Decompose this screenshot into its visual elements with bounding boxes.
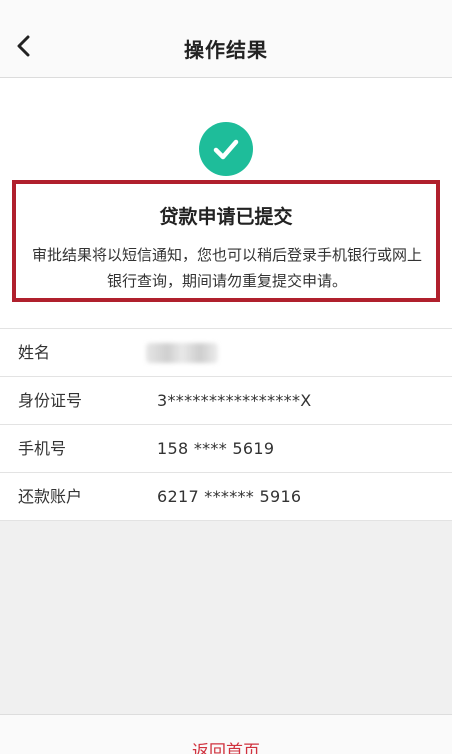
result-title: 贷款申请已提交: [159, 206, 293, 228]
id-number-label: 身份证号: [18, 391, 83, 410]
repayment-account-value: 6217 ****** 5916: [157, 487, 302, 506]
phone-label: 手机号: [18, 439, 67, 458]
result-message-box: 贷款申请已提交 审批结果将以短信通知，您也可以稍后登录手机银行或网上银行查询，期…: [12, 180, 440, 302]
name-label: 姓名: [18, 343, 51, 362]
application-info-list: 姓名 身份证号 3****************X 手机号 158 **** …: [0, 328, 452, 521]
info-row-name: 姓名: [0, 329, 452, 377]
id-number-value: 3****************X: [157, 391, 312, 410]
bottom-bar: 返回首页: [0, 714, 452, 754]
repayment-account-label: 还款账户: [18, 487, 83, 506]
blurred-name-value: [146, 343, 218, 363]
operation-result-page: 操作结果 贷款申请已提交 审批结果将以短信通知，您也可以稍后登录手机银行或网上银…: [0, 0, 452, 754]
result-description: 审批结果将以短信通知，您也可以稍后登录手机银行或网上银行查询，期间请勿重复提交申…: [31, 246, 422, 290]
checkmark-icon: [199, 122, 253, 176]
return-home-button[interactable]: 返回首页: [0, 737, 452, 754]
page-title: 操作结果: [184, 38, 268, 62]
info-row-id-number: 身份证号 3****************X: [0, 377, 452, 425]
nav-bar: 操作结果: [0, 0, 452, 78]
info-row-repayment-account: 还款账户 6217 ****** 5916: [0, 473, 452, 521]
phone-value: 158 **** 5619: [157, 439, 275, 458]
info-row-phone: 手机号 158 **** 5619: [0, 425, 452, 473]
